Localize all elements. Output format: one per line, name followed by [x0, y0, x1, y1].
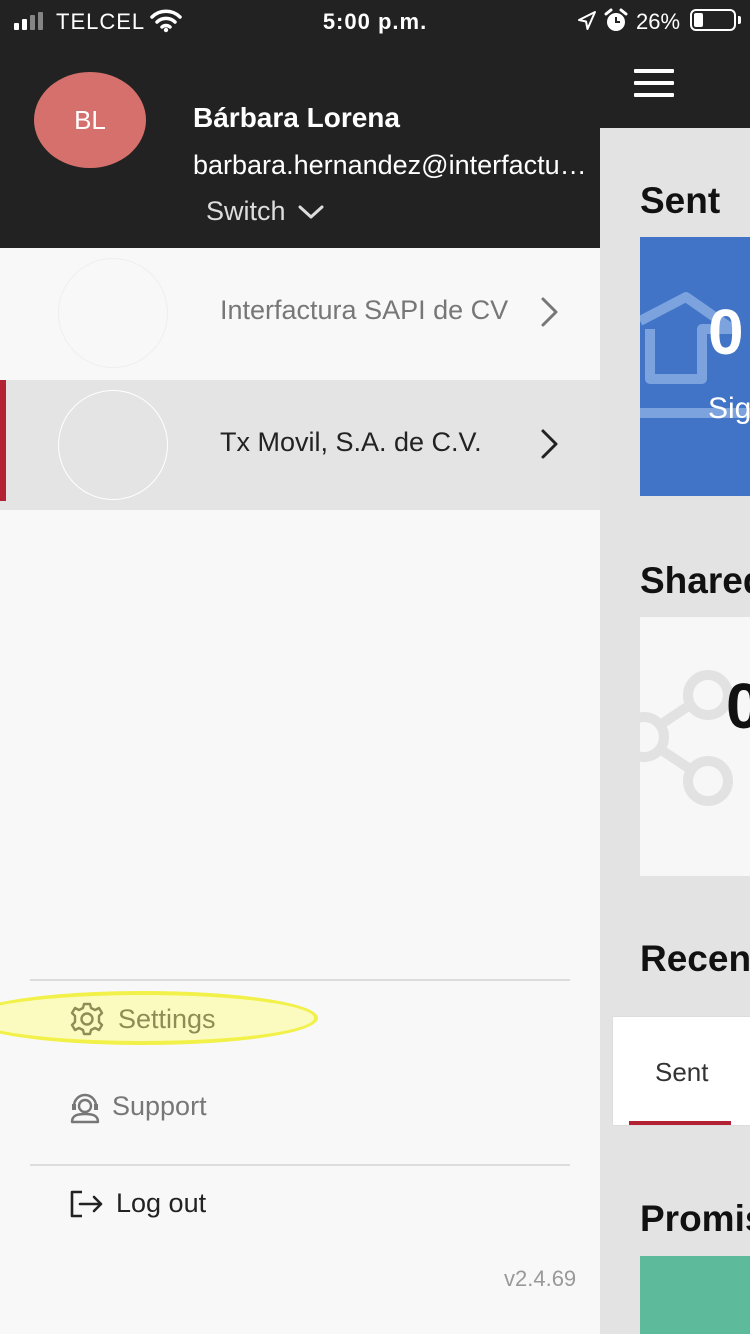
sent-count: 0 — [708, 296, 744, 368]
support-agent-icon — [70, 1093, 100, 1124]
promis-card[interactable] — [640, 1256, 750, 1334]
company-logo — [58, 258, 168, 368]
menu-divider — [30, 979, 570, 981]
support-label: Support — [112, 1090, 207, 1121]
dashboard-top-bar — [600, 44, 750, 128]
shared-heading: Shared — [640, 560, 750, 601]
sent-card-label: Sig — [708, 392, 750, 425]
battery-icon — [690, 9, 741, 31]
recent-tabs: Sent — [612, 1016, 750, 1126]
avatar-initials: BL — [74, 104, 106, 135]
menu-divider — [30, 1164, 570, 1166]
selected-company-indicator — [0, 380, 6, 501]
support-menu-item[interactable]: Support — [68, 1088, 207, 1124]
status-bar: TELCEL 5:00 p.m. 26% — [0, 0, 750, 44]
shared-card[interactable]: 0 — [640, 617, 750, 876]
tab-sent[interactable]: Sent — [613, 1017, 731, 1127]
battery-percentage: 26% — [636, 9, 681, 34]
company-item-interfactura[interactable]: Interfactura SAPI de CV — [0, 248, 600, 378]
user-name: Bárbara Lorena — [193, 102, 400, 133]
chevron-right-icon — [541, 429, 558, 459]
switch-label: Switch — [206, 196, 286, 226]
logout-icon — [70, 1190, 103, 1217]
navigation-drawer: BL Bárbara Lorena barbara.hernandez@inte… — [0, 0, 600, 1334]
company-name: Interfactura SAPI de CV — [220, 295, 509, 325]
shared-count: 0 — [726, 670, 750, 742]
drawer-header: BL Bárbara Lorena barbara.hernandez@inte… — [0, 44, 600, 248]
tab-sent-label: Sent — [655, 1057, 709, 1087]
user-email: barbara.hernandez@interfactura.com — [193, 150, 595, 180]
active-tab-indicator — [629, 1121, 731, 1125]
recent-heading: Recent — [640, 938, 750, 979]
sent-heading: Sent — [640, 180, 721, 221]
app-version: v2.4.69 — [504, 1266, 577, 1291]
logout-menu-item[interactable]: Log out — [68, 1188, 206, 1219]
alarm-clock-icon — [603, 7, 629, 40]
logout-label: Log out — [116, 1188, 207, 1218]
company-logo — [58, 390, 168, 500]
chevron-down-icon — [298, 205, 324, 218]
company-name: Tx Movil, S.A. de C.V. — [220, 427, 482, 457]
gear-icon — [70, 1002, 104, 1036]
switch-account-button[interactable]: Switch — [206, 196, 324, 227]
settings-menu-item[interactable]: Settings — [70, 1002, 216, 1036]
dashboard-background: Sent 0 Sig Shared 0 Recent Sent Promis — [600, 0, 750, 1334]
chevron-right-icon — [541, 297, 558, 327]
promis-heading: Promis — [640, 1198, 750, 1239]
sent-card[interactable]: 0 Sig — [640, 237, 750, 496]
hamburger-menu-icon[interactable] — [634, 69, 674, 101]
company-item-tx-movil[interactable]: Tx Movil, S.A. de C.V. — [0, 380, 600, 510]
settings-label: Settings — [118, 1003, 216, 1034]
avatar[interactable]: BL — [34, 72, 146, 168]
location-arrow-icon — [577, 9, 597, 38]
